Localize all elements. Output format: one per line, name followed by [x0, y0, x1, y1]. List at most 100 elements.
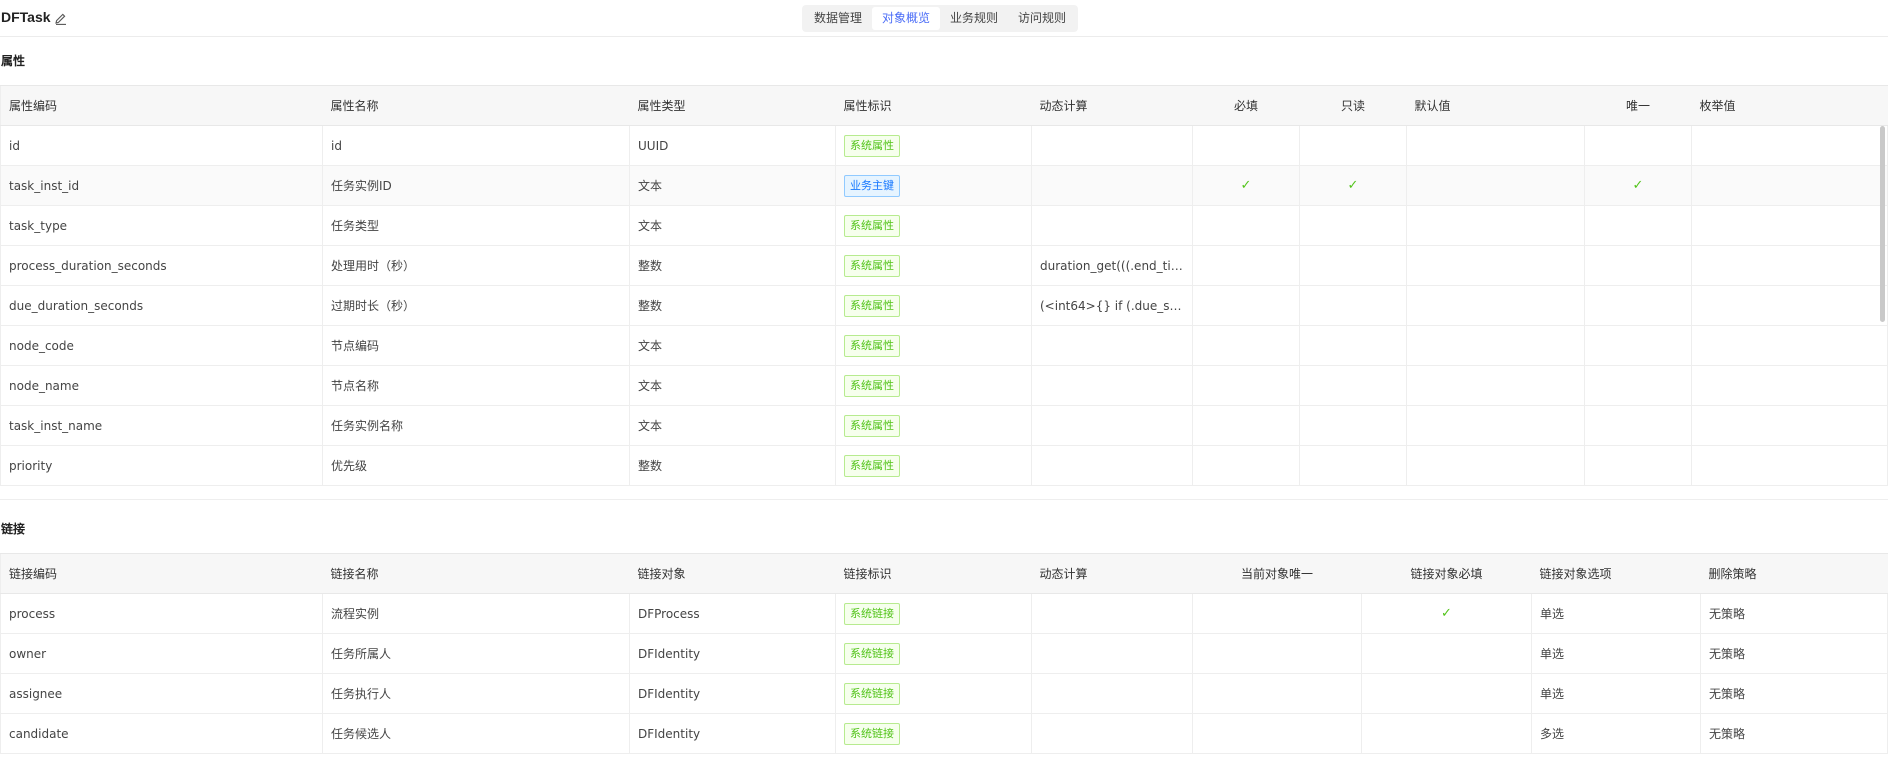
readonly-cell: [1299, 325, 1407, 366]
current-unique-cell: [1192, 713, 1362, 754]
attribute-tag: 系统属性: [844, 454, 900, 477]
column-header[interactable]: 链接名称: [322, 553, 630, 594]
link-code: owner: [0, 633, 323, 674]
column-header[interactable]: 默认值: [1406, 85, 1585, 126]
link-name: 任务候选人: [322, 713, 630, 754]
dynamic-calc: [1031, 365, 1193, 406]
readonly-cell: [1299, 285, 1407, 326]
links-section-title: 链接: [1, 522, 26, 536]
attribute-name: 优先级: [322, 445, 630, 486]
table-row[interactable]: task_type 任务类型 文本 系统属性: [0, 205, 1888, 246]
column-header[interactable]: 属性类型: [629, 85, 836, 126]
enum-value: [1691, 245, 1888, 286]
dynamic-calc: [1031, 165, 1193, 206]
table-row[interactable]: task_inst_id 任务实例ID 文本 业务主键 ✓ ✓ ✓: [0, 165, 1888, 206]
link-tag: 系统链接: [844, 682, 900, 705]
column-header[interactable]: 链接标识: [835, 553, 1032, 594]
attribute-tag-cell: 系统属性: [835, 285, 1032, 326]
attributes-table: 属性编码 属性名称 属性类型 属性标识 动态计算 必填 只读 默认值 唯一 枚举…: [0, 85, 1888, 486]
tab-object-overview[interactable]: 对象概览: [872, 7, 941, 30]
enum-value: [1691, 165, 1888, 206]
required-cell: [1192, 325, 1300, 366]
delete-policy: 无策略: [1700, 633, 1888, 674]
column-header[interactable]: 属性标识: [835, 85, 1032, 126]
target-required-cell: ✓: [1361, 593, 1532, 634]
attribute-tag-cell: 系统属性: [835, 365, 1032, 406]
attributes-table-body: id id UUID 系统属性 task_inst_id 任务实例ID 文本 业务主键 ✓ ✓ ✓ t…: [0, 125, 1888, 486]
readonly-cell: [1299, 125, 1407, 166]
table-row[interactable]: candidate 任务候选人 DFIdentity 系统链接 多选 无策略: [0, 713, 1888, 754]
unique-cell: [1584, 365, 1692, 406]
table-row[interactable]: assignee 任务执行人 DFIdentity 系统链接 单选 无策略: [0, 673, 1888, 714]
column-header[interactable]: 属性编码: [0, 85, 323, 126]
attribute-code: task_inst_id: [0, 165, 323, 206]
column-header[interactable]: 动态计算: [1031, 553, 1193, 594]
table-row[interactable]: process 流程实例 DFProcess 系统链接 ✓ 单选 无策略: [0, 593, 1888, 634]
default-value: [1406, 325, 1585, 366]
column-header[interactable]: 链接编码: [0, 553, 323, 594]
column-header[interactable]: 当前对象唯一: [1192, 553, 1362, 594]
required-cell: [1192, 445, 1300, 486]
link-target: DFIdentity: [629, 673, 836, 714]
unique-cell: [1584, 325, 1692, 366]
edit-icon[interactable]: [54, 11, 68, 25]
table-row[interactable]: priority 优先级 整数 系统属性: [0, 445, 1888, 486]
column-header[interactable]: 删除策略: [1700, 553, 1888, 594]
column-header[interactable]: 链接对象选项: [1531, 553, 1701, 594]
attributes-section-title: 属性: [1, 54, 26, 68]
table-row[interactable]: id id UUID 系统属性: [0, 125, 1888, 166]
delete-policy: 无策略: [1700, 593, 1888, 634]
dynamic-calc: [1031, 673, 1193, 714]
column-header[interactable]: 属性名称: [322, 85, 630, 126]
link-tag-cell: 系统链接: [835, 593, 1032, 634]
attribute-tag: 系统属性: [844, 134, 900, 157]
column-header[interactable]: 必填: [1192, 85, 1300, 126]
table-row[interactable]: node_code 节点编码 文本 系统属性: [0, 325, 1888, 366]
table-row[interactable]: owner 任务所属人 DFIdentity 系统链接 单选 无策略: [0, 633, 1888, 674]
default-value: [1406, 245, 1585, 286]
link-name: 流程实例: [322, 593, 630, 634]
column-header[interactable]: 动态计算: [1031, 85, 1193, 126]
column-header[interactable]: 只读: [1299, 85, 1407, 126]
column-header[interactable]: 链接对象必填: [1361, 553, 1532, 594]
attribute-code: task_inst_name: [0, 405, 323, 446]
attribute-code: node_code: [0, 325, 323, 366]
attribute-type: 文本: [629, 165, 836, 206]
attribute-tag: 系统属性: [844, 294, 900, 317]
dynamic-calc: [1031, 325, 1193, 366]
tab-access-rules[interactable]: 访问规则: [1008, 7, 1076, 30]
column-header[interactable]: 唯一: [1584, 85, 1692, 126]
link-tag-cell: 系统链接: [835, 633, 1032, 674]
link-tag-cell: 系统链接: [835, 713, 1032, 754]
check-icon: ✓: [1632, 178, 1644, 193]
tab-data-management[interactable]: 数据管理: [804, 7, 872, 30]
readonly-cell: [1299, 445, 1407, 486]
unique-cell: [1584, 245, 1692, 286]
attribute-tag-cell: 系统属性: [835, 445, 1032, 486]
current-unique-cell: [1192, 633, 1362, 674]
unique-cell: [1584, 405, 1692, 446]
link-code: candidate: [0, 713, 323, 754]
table-row[interactable]: task_inst_name 任务实例名称 文本 系统属性: [0, 405, 1888, 446]
attribute-tag-cell: 系统属性: [835, 125, 1032, 166]
table-row[interactable]: process_duration_seconds 处理用时（秒） 整数 系统属性 dur…: [0, 245, 1888, 286]
dynamic-calc: [1031, 405, 1193, 446]
attribute-tag-cell: 系统属性: [835, 205, 1032, 246]
unique-cell: [1584, 125, 1692, 166]
readonly-cell: [1299, 365, 1407, 406]
attributes-scrollbar-thumb[interactable]: [1880, 126, 1885, 322]
tab-business-rules[interactable]: 业务规则: [940, 7, 1008, 30]
table-row[interactable]: due_duration_seconds 过期时长（秒） 整数 系统属性 (<int64…: [0, 285, 1888, 326]
link-code: assignee: [0, 673, 323, 714]
delete-policy: 无策略: [1700, 713, 1888, 754]
attributes-header-row: 属性编码 属性名称 属性类型 属性标识 动态计算 必填 只读 默认值 唯一 枚举…: [0, 85, 1888, 126]
required-cell: [1192, 365, 1300, 406]
column-header[interactable]: 枚举值: [1691, 85, 1888, 126]
enum-value: [1691, 325, 1888, 366]
attribute-type: UUID: [629, 125, 836, 166]
attribute-type: 整数: [629, 285, 836, 326]
table-row[interactable]: node_name 节点名称 文本 系统属性: [0, 365, 1888, 406]
column-header[interactable]: 链接对象: [629, 553, 836, 594]
attribute-tag: 系统属性: [844, 214, 900, 237]
attribute-code: node_name: [0, 365, 323, 406]
